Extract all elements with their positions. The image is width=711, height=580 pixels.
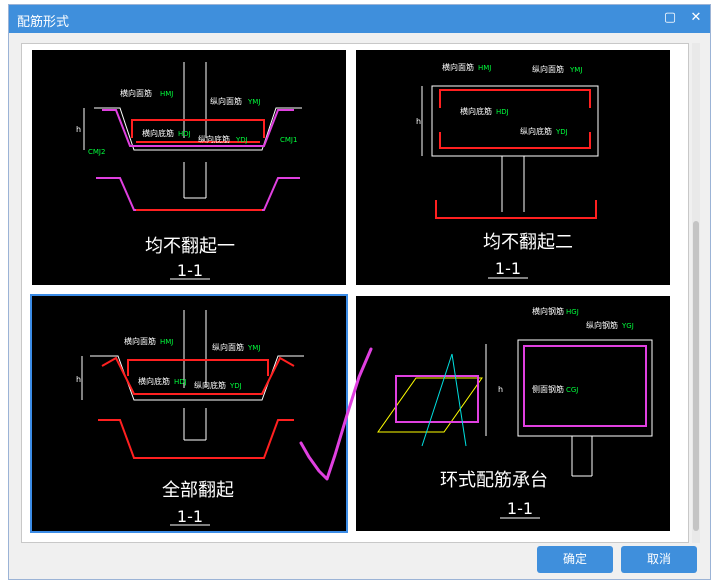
ring-zx-label: 纵向钢筋 <box>586 320 618 330</box>
option-4-drawing: h 横向钢筋 HGJ 纵向钢筋 YGJ 侧面钢筋 CGJ 环式配筋承台 1-1 <box>377 306 653 519</box>
zx-bot-label-3: 纵向底筋 <box>194 380 226 390</box>
option-2-drawing: h 横向面筋 HMJ 纵向面筋 YMJ 横向底筋 HDJ 纵向底筋 YDJ 均不… <box>416 62 599 279</box>
title-bar[interactable]: 配筋形式 ▢ ✕ <box>9 5 710 33</box>
h-label-2: h <box>416 117 421 126</box>
hx-top-label-3: 横向面筋 <box>124 336 156 346</box>
c-code2-1: CMJ2 <box>88 148 105 156</box>
h-label-1: h <box>76 125 81 134</box>
ring-side-label: 侧面钢筋 <box>532 384 564 394</box>
h-label-4: h <box>498 385 503 394</box>
scrollbar[interactable] <box>692 43 700 543</box>
hx-top-label-1: 横向面筋 <box>120 88 152 98</box>
option-4-caption: 环式配筋承台 <box>440 470 548 491</box>
hx-top-code-3: HMJ <box>160 338 173 346</box>
option-3-section: 1-1 <box>177 507 203 526</box>
maximize-icon[interactable]: ▢ <box>663 11 677 25</box>
hx-bot-code-1: HDJ <box>178 130 191 138</box>
zx-bot-label-1: 纵向底筋 <box>198 134 230 144</box>
ring-zx-code: YGJ <box>621 322 634 330</box>
option-card-2[interactable]: h 横向面筋 HMJ 纵向面筋 YMJ 横向底筋 HDJ 纵向底筋 YDJ 均不… <box>356 50 670 285</box>
hx-bot-code-2: HDJ <box>496 108 509 116</box>
dialog-window: 配筋形式 ▢ ✕ h 横向面筋 HMJ 纵向面筋 YMJ 横向底筋 HDJ 纵向… <box>8 4 711 580</box>
zx-top-code-2: YMJ <box>569 66 582 74</box>
zx-top-label-3: 纵向面筋 <box>212 342 244 352</box>
zx-top-label-1: 纵向面筋 <box>210 96 242 106</box>
hx-bot-label-3: 横向底筋 <box>138 376 170 386</box>
hx-top-code-2: HMJ <box>478 64 491 72</box>
h-label-3: h <box>76 375 81 384</box>
cancel-button[interactable]: 取消 <box>621 546 697 573</box>
option-3-caption: 全部翻起 <box>162 480 234 501</box>
hx-top-code-1: HMJ <box>160 90 173 98</box>
ring-hx-label: 横向钢筋 <box>532 306 564 316</box>
ring-hx-code: HGJ <box>566 308 579 316</box>
option-1-drawing: h 横向面筋 HMJ 纵向面筋 YMJ 横向底筋 HDJ 纵向底筋 YDJ CM… <box>76 62 302 280</box>
option-1-caption: 均不翻起一 <box>145 236 235 257</box>
zx-bot-code-3: YDJ <box>229 382 242 390</box>
option-card-1[interactable]: h 横向面筋 HMJ 纵向面筋 YMJ 横向底筋 HDJ 纵向底筋 YDJ CM… <box>32 50 346 285</box>
c-code-1: CMJ1 <box>280 136 297 144</box>
ok-button[interactable]: 确定 <box>537 546 613 573</box>
hx-top-label-2: 横向面筋 <box>442 62 474 72</box>
zx-bot-code-1: YDJ <box>235 136 248 144</box>
zx-top-label-2: 纵向面筋 <box>532 64 564 74</box>
option-2-caption: 均不翻起二 <box>483 232 573 253</box>
close-icon[interactable]: ✕ <box>689 11 703 25</box>
zx-top-code-3: YMJ <box>247 344 260 352</box>
hx-bot-label-1: 横向底筋 <box>142 128 174 138</box>
hx-bot-code-3: HDJ <box>174 378 187 386</box>
checkmark-icon <box>299 347 373 481</box>
ring-side-code: CGJ <box>566 386 578 394</box>
option-1-section: 1-1 <box>177 261 203 280</box>
zx-top-code-1: YMJ <box>247 98 260 106</box>
option-2-section: 1-1 <box>495 259 521 278</box>
option-4-section: 1-1 <box>507 499 533 518</box>
hx-bot-label-2: 横向底筋 <box>460 106 492 116</box>
zx-bot-label-2: 纵向底筋 <box>520 126 552 136</box>
option-card-4[interactable]: h 横向钢筋 HGJ 纵向钢筋 YGJ 侧面钢筋 CGJ 环式配筋承台 1-1 <box>356 296 670 531</box>
zx-bot-code-2: YDJ <box>555 128 568 136</box>
scrollbar-thumb[interactable] <box>693 221 699 531</box>
window-title: 配筋形式 <box>17 15 70 30</box>
